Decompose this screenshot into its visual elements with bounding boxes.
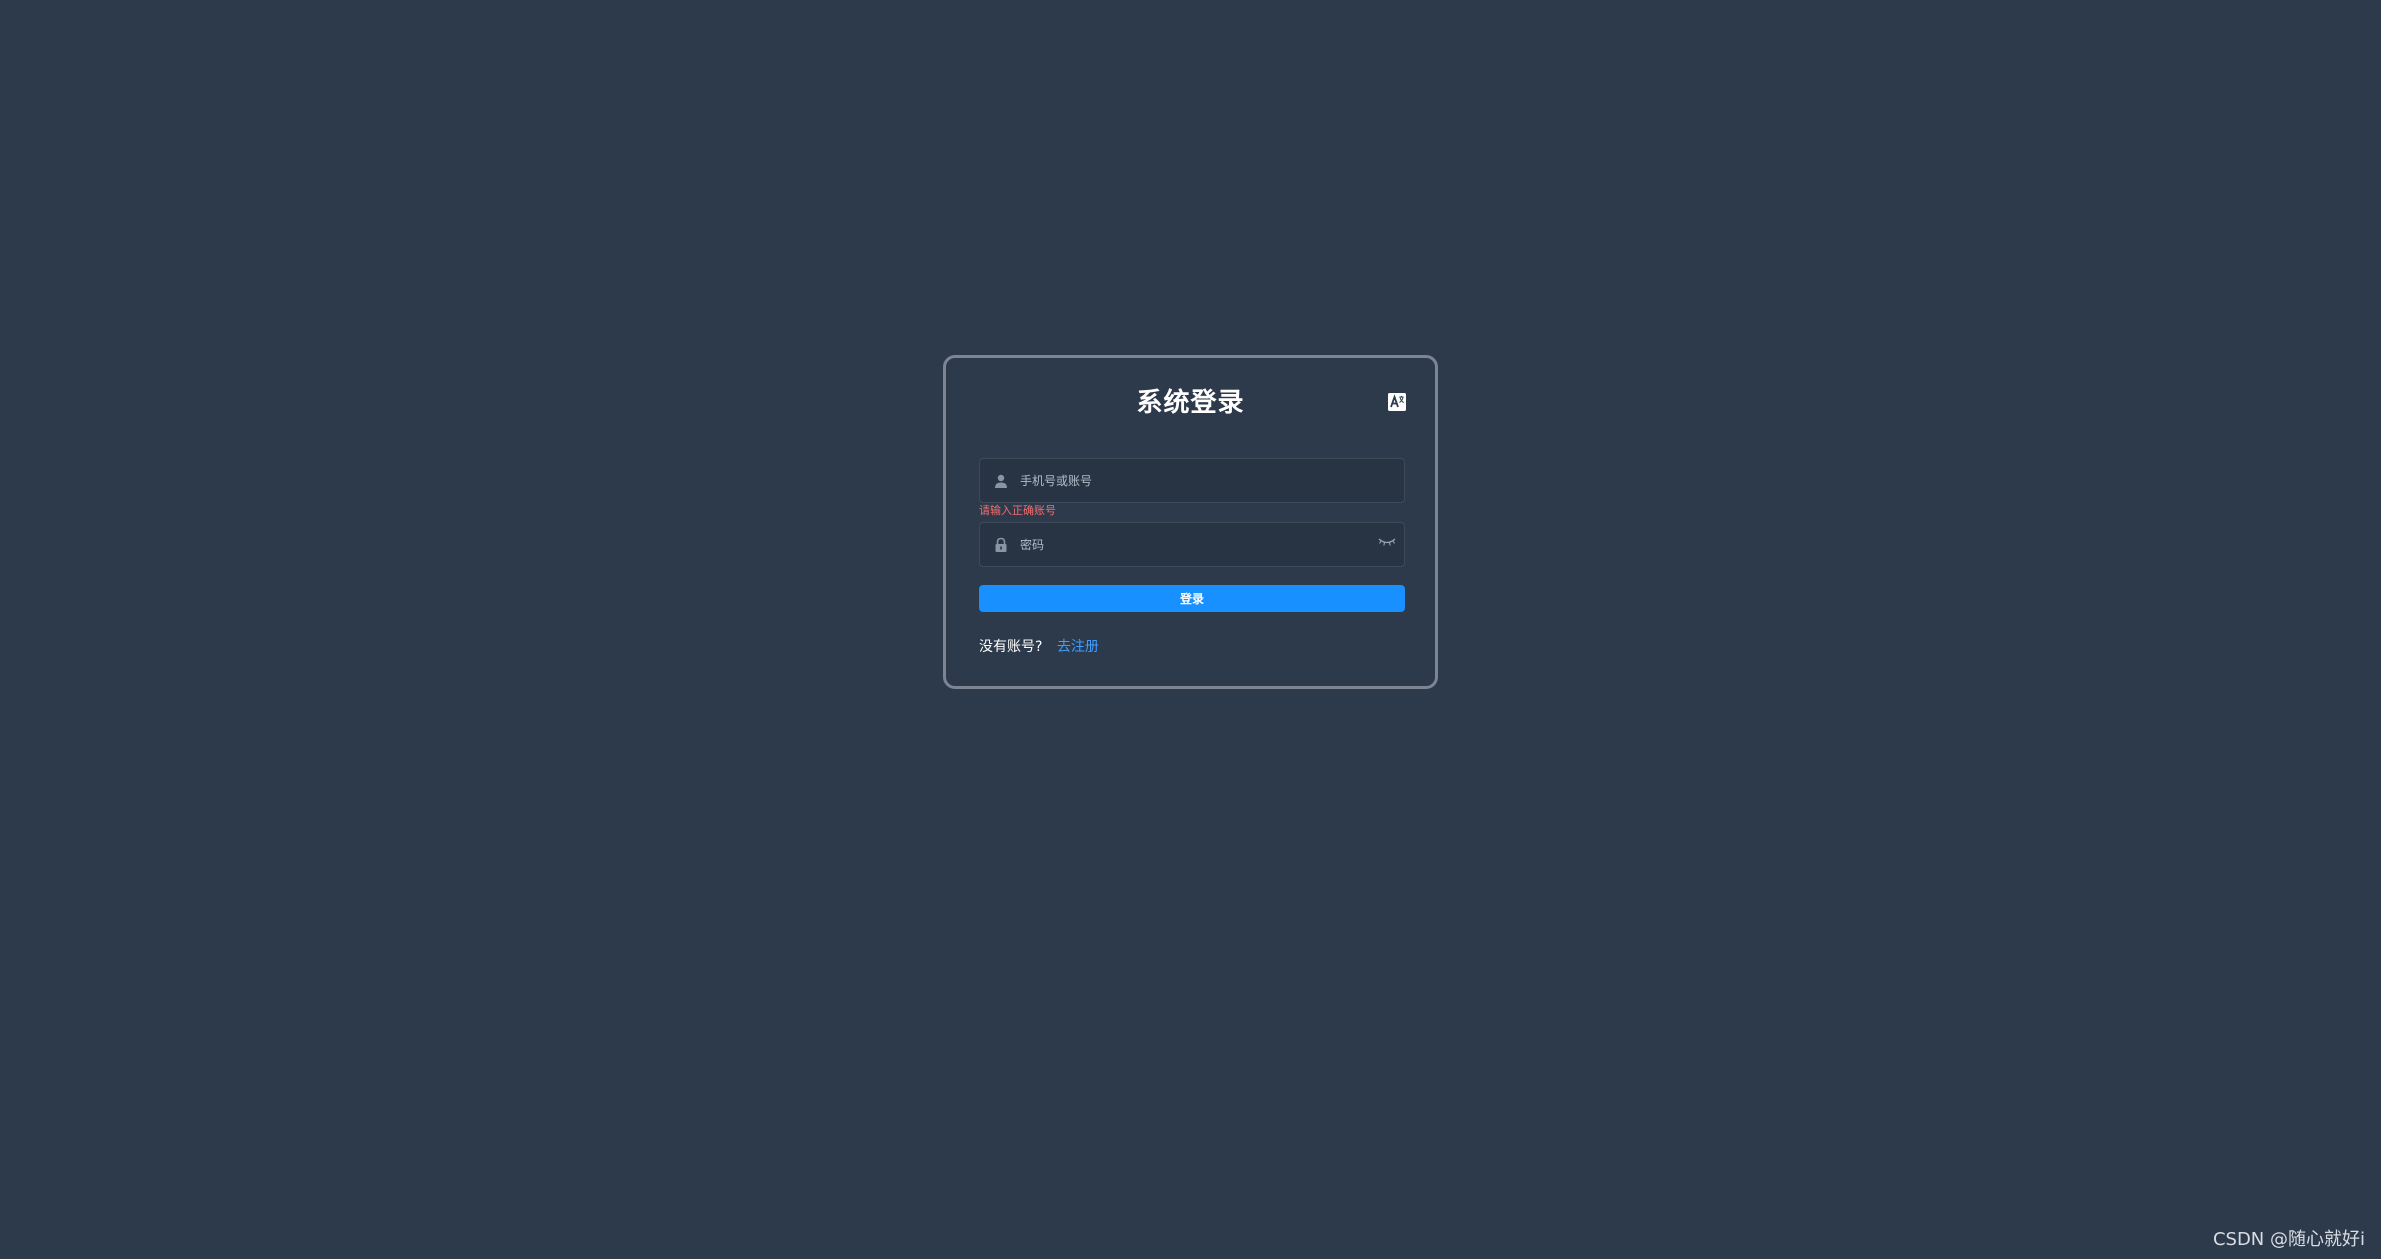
- page-title: 系统登录: [1136, 388, 1245, 418]
- language-switch-button[interactable]: [1388, 393, 1406, 411]
- translate-icon: [1388, 393, 1406, 411]
- no-account-text: 没有账号?: [979, 639, 1043, 655]
- register-prompt: 没有账号? 去注册: [979, 638, 1099, 656]
- login-page: 系统登录 请输入正确账号: [0, 0, 2381, 1259]
- password-input[interactable]: [1020, 523, 1360, 566]
- watermark: CSDN @随心就好i: [2212, 1229, 2365, 1250]
- lock-icon: [993, 537, 1009, 553]
- login-button[interactable]: 登录: [979, 585, 1405, 612]
- login-form-card: 系统登录 请输入正确账号: [943, 355, 1438, 689]
- eye-closed-icon[interactable]: [1378, 533, 1396, 546]
- password-field: [979, 522, 1405, 567]
- account-field: [979, 458, 1405, 503]
- register-link[interactable]: 去注册: [1057, 639, 1099, 655]
- account-error-message: 请输入正确账号: [979, 504, 1056, 517]
- account-input[interactable]: [1020, 459, 1360, 502]
- user-icon: [993, 473, 1009, 489]
